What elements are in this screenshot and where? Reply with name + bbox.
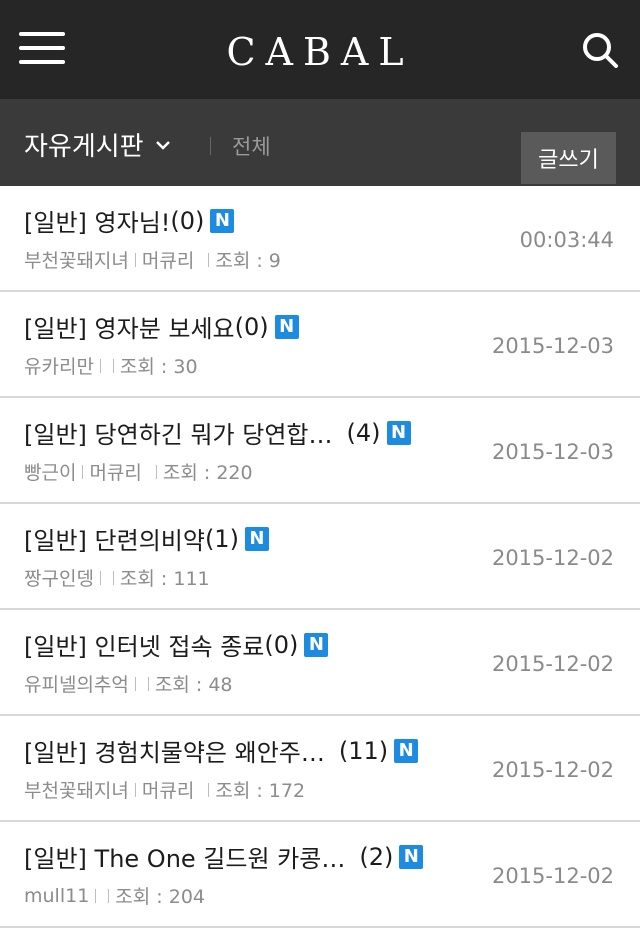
- post-author: 부천꽃돼지녀: [24, 780, 129, 802]
- divider: [134, 252, 136, 267]
- post-title-text: 영자님!: [94, 209, 171, 237]
- board-selector[interactable]: 자유게시판: [24, 126, 172, 163]
- post-views: 조회 : 111: [119, 568, 210, 590]
- write-post-button[interactable]: 글쓰기: [521, 132, 616, 184]
- post-category: [일반]: [24, 527, 87, 555]
- board-header: 자유게시판 전체 글쓰기: [0, 100, 640, 186]
- comment-count: (0): [170, 206, 205, 235]
- post-meta: 부천꽃돼지녀 머큐리 조회 : 9: [24, 246, 281, 273]
- post-title: [일반] 영자분 보세요 (0) N: [24, 309, 299, 344]
- post-meta: 유카리만 조회 : 30: [24, 352, 198, 379]
- post-views: 조회 : 48: [154, 674, 233, 696]
- post-title: [일반] 영자님! (0) N: [24, 203, 235, 238]
- divider: [112, 570, 114, 585]
- divider: [147, 676, 149, 691]
- divider: [208, 252, 210, 267]
- post-author: 짱구인뎅: [24, 568, 94, 590]
- post-title-text: 영자분 보세요: [94, 315, 235, 343]
- new-badge-icon: N: [244, 526, 269, 551]
- post-meta: 빵근이 머큐리 조회 : 220: [24, 458, 253, 485]
- divider: [108, 888, 110, 903]
- divider: [134, 782, 136, 797]
- comment-count: (4): [346, 418, 381, 447]
- divider: [112, 358, 114, 373]
- divider: [134, 676, 136, 691]
- post-meta: 부천꽃돼지녀 머큐리 조회 : 172: [24, 776, 305, 803]
- new-badge-icon: N: [304, 632, 329, 657]
- post-title-text: The One 길드원 카콩…: [94, 845, 346, 873]
- cabal-logo[interactable]: CABAL: [0, 30, 640, 74]
- post-author: 빵근이: [24, 462, 77, 484]
- comment-count: (2): [359, 842, 394, 871]
- post-date: 00:03:44: [519, 228, 614, 252]
- post-meta: 짱구인뎅 조회 : 111: [24, 564, 210, 591]
- post-server: 머큐리: [141, 780, 195, 802]
- post-row[interactable]: [일반] 영자분 보세요 (0) N 유카리만 조회 : 30 2015-12-03: [0, 292, 640, 398]
- post-views: 조회 : 30: [119, 356, 198, 378]
- post-views: 조회 : 204: [115, 886, 206, 908]
- new-badge-icon: N: [210, 208, 235, 233]
- post-category: [일반]: [24, 315, 87, 343]
- divider: [210, 137, 211, 155]
- post-date: 2015-12-03: [491, 334, 614, 358]
- post-server: 머큐리: [141, 250, 195, 272]
- post-title: [일반] The One 길드원 카콩… (2) N: [24, 839, 424, 874]
- top-navigation-bar: CABAL: [0, 0, 640, 100]
- post-category: [일반]: [24, 633, 87, 661]
- divider: [95, 888, 97, 903]
- post-author: 유카리만: [24, 356, 94, 378]
- post-category: [일반]: [24, 209, 87, 237]
- post-row[interactable]: [일반] 인터넷 접속 종료 (0) N 유피넬의추억 조회 : 48 2015-12…: [0, 610, 640, 716]
- post-meta: mull11 조회 : 204: [24, 882, 205, 909]
- post-author: 유피넬의추억: [24, 674, 129, 696]
- search-icon[interactable]: [580, 30, 620, 70]
- new-badge-icon: N: [274, 314, 299, 339]
- post-meta: 유피넬의추억 조회 : 48: [24, 670, 233, 697]
- post-title-text: 당연하긴 뭐가 당연합…: [94, 421, 333, 449]
- comment-count: (0): [264, 630, 299, 659]
- comment-count: (11): [338, 736, 389, 765]
- post-date: 2015-12-02: [491, 546, 614, 570]
- divider: [208, 782, 210, 797]
- post-row[interactable]: [일반] 경험치물약은 왜안주… (11) N 부천꽃돼지녀 머큐리 조회 : 172 …: [0, 716, 640, 822]
- post-author: mull11: [24, 884, 90, 907]
- new-badge-icon: N: [386, 420, 411, 445]
- post-row[interactable]: [일반] 당연하긴 뭐가 당연합… (4) N 빵근이 머큐리 조회 : 220 201…: [0, 398, 640, 504]
- post-title: [일반] 경험치물약은 왜안주… (11) N: [24, 733, 419, 768]
- post-server: 머큐리: [89, 462, 142, 484]
- divider: [82, 464, 84, 479]
- comment-count: (0): [234, 312, 269, 341]
- post-category: [일반]: [24, 421, 87, 449]
- category-filter[interactable]: 전체: [232, 131, 271, 161]
- post-row[interactable]: [일반] 단련의비약 (1) N 짱구인뎅 조회 : 111 2015-12-02: [0, 504, 640, 610]
- new-badge-icon: N: [394, 738, 419, 763]
- post-date: 2015-12-02: [491, 758, 614, 782]
- chevron-down-icon: [155, 140, 170, 150]
- post-date: 2015-12-02: [491, 864, 614, 888]
- board-title-label: 자유게시판: [24, 132, 144, 162]
- post-date: 2015-12-02: [491, 652, 614, 676]
- post-author: 부천꽃돼지녀: [24, 250, 129, 272]
- post-title: [일반] 인터넷 접속 종료 (0) N: [24, 627, 329, 662]
- post-list: [일반] 영자님! (0) N 부천꽃돼지녀 머큐리 조회 : 9 00:03:44 […: [0, 186, 640, 928]
- post-title-text: 인터넷 접속 종료: [94, 633, 265, 661]
- post-row[interactable]: [일반] The One 길드원 카콩… (2) N mull11 조회 : 204 …: [0, 822, 640, 928]
- new-badge-icon: N: [399, 844, 424, 869]
- divider: [99, 358, 101, 373]
- post-title-text: 경험치물약은 왜안주…: [94, 739, 325, 767]
- post-title: [일반] 단련의비약 (1) N: [24, 521, 269, 556]
- post-date: 2015-12-03: [491, 440, 614, 464]
- post-views: 조회 : 172: [215, 780, 306, 802]
- post-views: 조회 : 220: [162, 462, 253, 484]
- post-row[interactable]: [일반] 영자님! (0) N 부천꽃돼지녀 머큐리 조회 : 9 00:03:44: [0, 186, 640, 292]
- comment-count: (1): [204, 524, 239, 553]
- post-title: [일반] 당연하긴 뭐가 당연합… (4) N: [24, 415, 411, 450]
- divider: [155, 464, 157, 479]
- divider: [99, 570, 101, 585]
- post-views: 조회 : 9: [215, 250, 281, 272]
- post-category: [일반]: [24, 739, 87, 767]
- post-category: [일반]: [24, 845, 87, 873]
- post-title-text: 단련의비약: [94, 527, 205, 555]
